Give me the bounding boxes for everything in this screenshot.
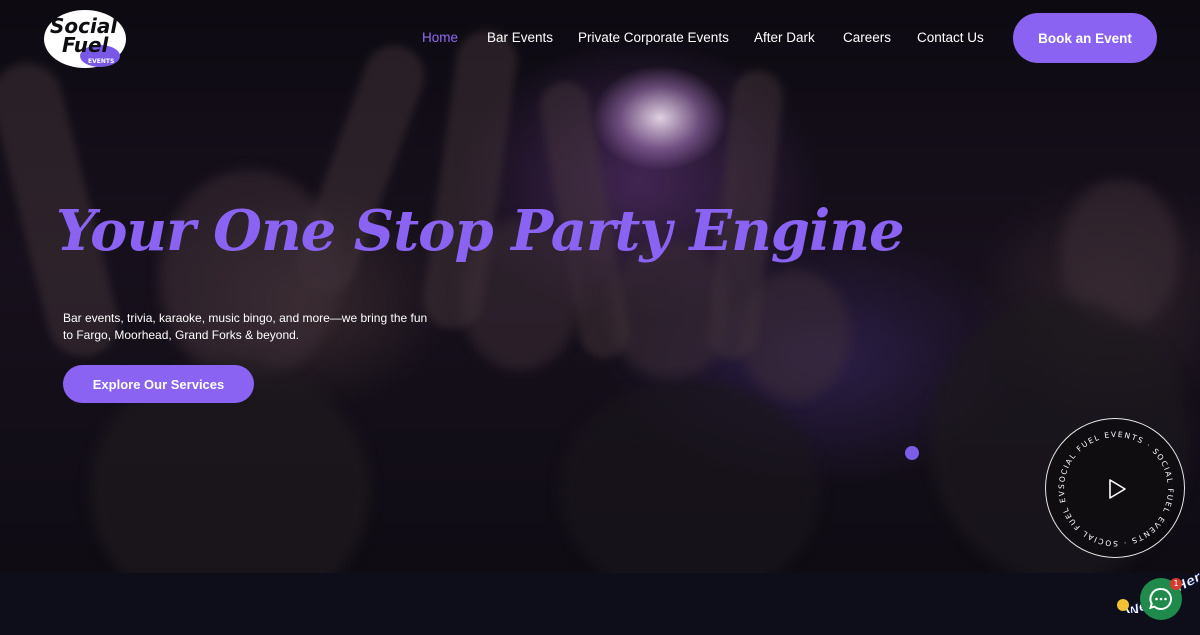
explore-services-button[interactable]: Explore Our Services bbox=[63, 365, 254, 403]
book-an-event-button[interactable]: Book an Event bbox=[1013, 13, 1157, 63]
play-icon bbox=[1109, 479, 1126, 499]
hero-background-photo bbox=[0, 0, 1200, 573]
nav-contact-us-link[interactable]: Contact Us bbox=[917, 30, 984, 45]
social-fuel-logo[interactable]: Social Fuel EVENTS bbox=[42, 8, 128, 70]
nav-careers-link[interactable]: Careers bbox=[843, 30, 891, 45]
play-video-badge[interactable]: SOCIAL FUEL EVENTS · SOCIAL FUEL EVENTS … bbox=[1045, 418, 1185, 558]
waving-hand-icon bbox=[1117, 599, 1129, 611]
nav-bar-events-link[interactable]: Bar Events bbox=[487, 30, 553, 45]
nav-private-corporate-events-link[interactable]: Private Corporate Events bbox=[578, 30, 729, 45]
section-divider-band bbox=[0, 573, 1200, 635]
nav-home-link[interactable]: Home bbox=[422, 30, 458, 45]
chat-unread-badge: 1 bbox=[1170, 578, 1182, 590]
nav-after-dark-link[interactable]: After Dark bbox=[754, 30, 815, 45]
hero-subcopy: Bar events, trivia, karaoke, music bingo… bbox=[63, 311, 428, 342]
slider-dot[interactable] bbox=[905, 446, 919, 460]
hero-headline: Your One Stop Party Engine bbox=[56, 198, 905, 264]
svg-text:EVENTS: EVENTS bbox=[88, 58, 114, 65]
svg-text:Fuel: Fuel bbox=[62, 33, 110, 57]
